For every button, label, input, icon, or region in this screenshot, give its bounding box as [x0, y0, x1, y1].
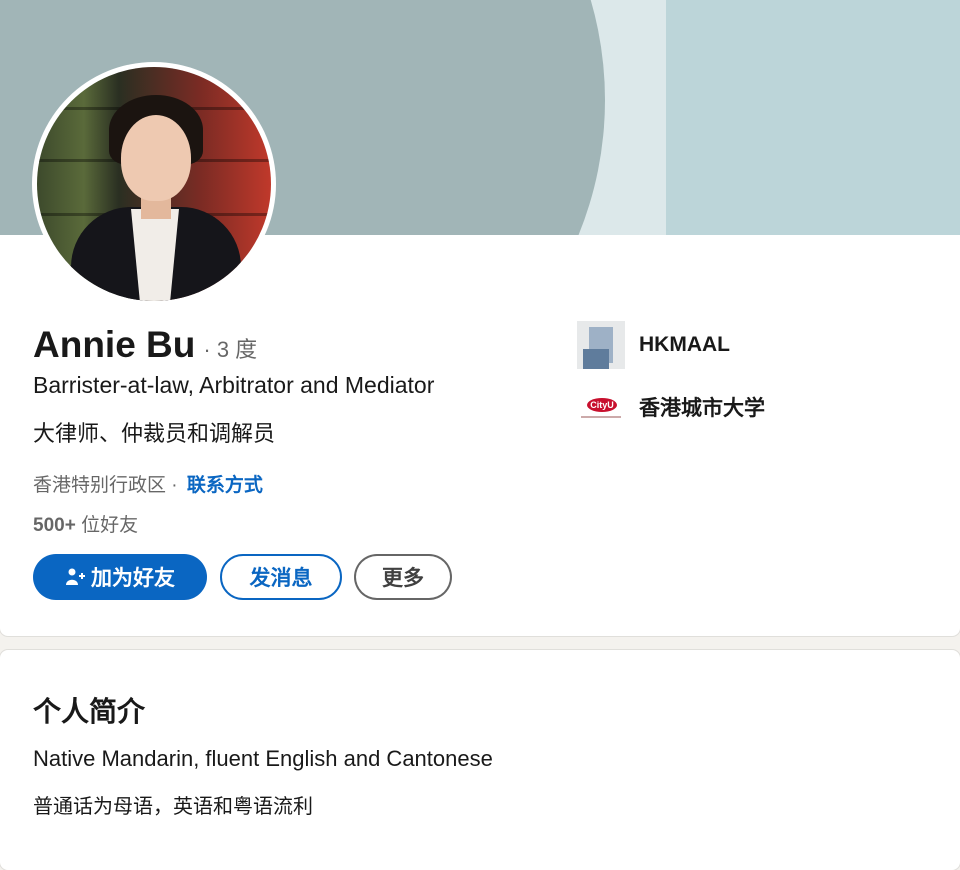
org-name: HKMAAL — [639, 333, 730, 356]
contact-info-link[interactable]: 联系方式 — [187, 475, 263, 496]
profile-name: Annie Bu — [33, 324, 196, 365]
more-button-label: 更多 — [382, 567, 424, 590]
org-name: 香港城市大学 — [639, 397, 765, 420]
name-row: Annie Bu · 3 度 — [33, 324, 257, 366]
connect-button-label: 加为好友 — [91, 567, 175, 590]
about-text-en: Native Mandarin, fluent English and Cant… — [33, 746, 493, 771]
add-person-icon — [65, 567, 85, 587]
profile-card: Annie Bu · 3 度 Barrister-at-law, Arbitra… — [0, 0, 960, 636]
location-separator: · — [171, 475, 178, 496]
connections-row: 500+ 位好友 — [33, 510, 138, 537]
connections-count: 500+ — [33, 515, 76, 536]
about-text-cn: 普通话为母语，英语和粤语流利 — [33, 796, 313, 818]
profile-headline-en: Barrister-at-law, Arbitrator and Mediato… — [33, 372, 435, 398]
org-item-cityu[interactable]: CityU 香港城市大学 — [577, 383, 765, 431]
message-button-label: 发消息 — [249, 567, 313, 590]
message-button[interactable]: 发消息 — [220, 554, 342, 600]
connections-label: 位好友 — [81, 515, 139, 536]
location-row: 香港特别行政区 · 联系方式 — [33, 470, 263, 497]
about-title: 个人简介 — [33, 696, 146, 727]
more-button[interactable]: 更多 — [354, 554, 452, 600]
hkmaal-logo-icon — [577, 321, 625, 369]
connect-button[interactable]: 加为好友 — [33, 554, 207, 600]
org-item-hkmaal[interactable]: HKMAAL — [577, 321, 730, 369]
profile-headline-cn: 大律师、仲裁员和调解员 — [33, 421, 276, 446]
connection-degree: · 3 度 — [203, 337, 258, 362]
location-text: 香港特别行政区 — [33, 475, 167, 496]
cityu-logo-icon: CityU — [577, 383, 625, 431]
about-card: 个人简介 Native Mandarin, fluent English and… — [0, 650, 960, 870]
profile-avatar[interactable] — [32, 62, 276, 306]
